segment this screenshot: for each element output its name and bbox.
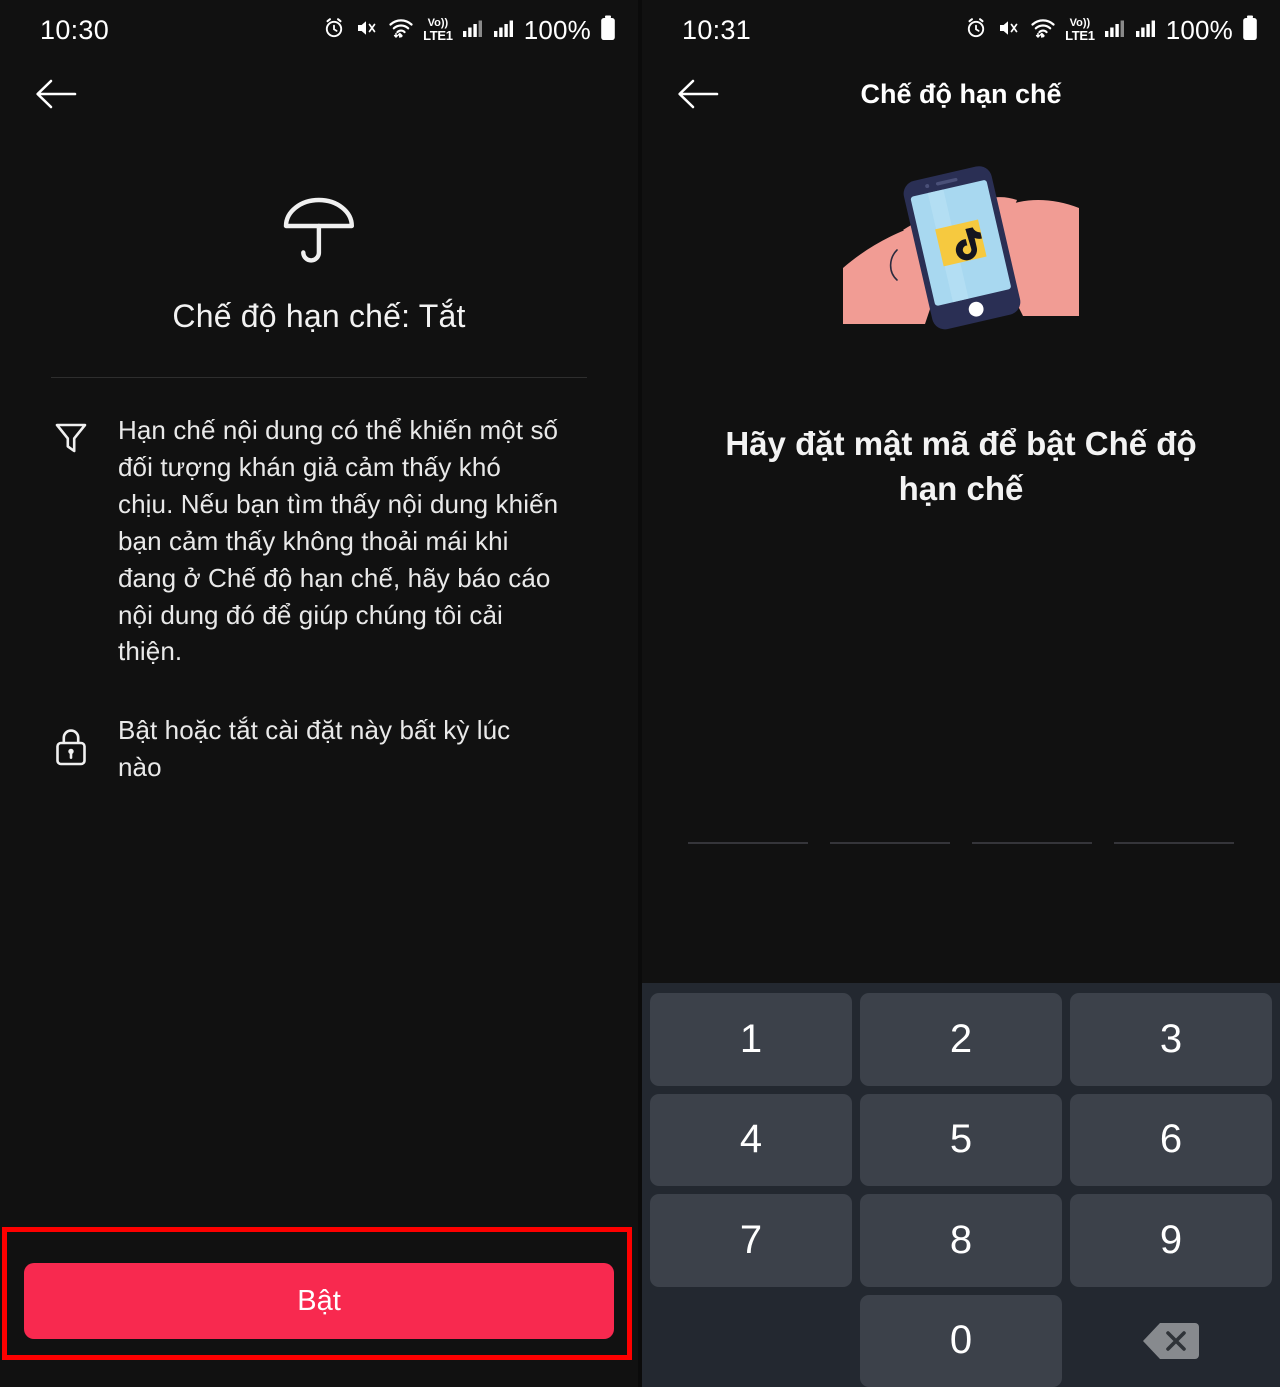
pin-slot [688, 800, 808, 844]
key-8[interactable]: 8 [860, 1194, 1062, 1287]
pin-slot [830, 800, 950, 844]
key-9[interactable]: 9 [1070, 1194, 1272, 1287]
back-arrow-icon[interactable] [28, 66, 84, 122]
key-0[interactable]: 0 [860, 1294, 1062, 1387]
set-passcode-heading: Hãy đặt mật mã để bật Chế độ hạn chế [725, 425, 1197, 507]
umbrella-icon [0, 194, 638, 266]
screen-restricted-mode-intro: 10:30 Vo)) LTE1 100% Chế độ hạn chế: Tắt… [0, 0, 638, 1387]
signal-sim1-icon [1104, 17, 1126, 44]
back-arrow-icon[interactable] [670, 66, 726, 122]
key-2[interactable]: 2 [860, 993, 1062, 1086]
battery-icon [600, 15, 616, 46]
info-text-content-filter: Hạn chế nội dung có thể khiến một số đối… [118, 415, 559, 667]
lock-icon [52, 727, 90, 772]
key-4[interactable]: 4 [650, 1093, 852, 1186]
restricted-mode-state-title: Chế độ hạn chế: Tắt [172, 298, 466, 334]
numeric-keypad: 1 2 3 4 5 6 7 8 9 0 [642, 983, 1280, 1387]
wifi-icon [388, 16, 414, 45]
screen-set-passcode: 10:31 Vo)) LTE1 100% Chế độ hạn chế Hãy … [642, 0, 1280, 1387]
navbar-left [0, 60, 638, 128]
mute-icon [997, 16, 1021, 45]
battery-percent-label: 100% [1165, 14, 1233, 45]
key-1[interactable]: 1 [650, 993, 852, 1086]
volte-icon: Vo)) LTE1 [423, 17, 453, 43]
alarm-icon [964, 16, 988, 45]
signal-sim1-icon [462, 17, 484, 44]
key-3[interactable]: 3 [1070, 993, 1272, 1086]
key-blank [650, 1295, 852, 1387]
turn-on-button[interactable]: Bật [24, 1263, 614, 1339]
cta-zone: Bật [0, 1219, 638, 1387]
mute-icon [355, 16, 379, 45]
status-time: 10:31 [682, 14, 752, 45]
page-title-right: Chế độ hạn chế [860, 78, 1062, 109]
signal-sim2-icon [493, 17, 515, 44]
hands-holding-phone-tiktok-illustration [642, 156, 1280, 336]
key-6[interactable]: 6 [1070, 1093, 1272, 1186]
backspace-icon[interactable] [1070, 1295, 1272, 1387]
battery-percent-label: 100% [523, 14, 591, 45]
pin-slot [1114, 800, 1234, 844]
section-divider [51, 377, 587, 378]
pin-input[interactable] [642, 800, 1280, 844]
pin-slot [972, 800, 1092, 844]
info-row-content-filter: Hạn chế nội dung có thể khiến một số đối… [0, 412, 638, 670]
key-5[interactable]: 5 [860, 1093, 1062, 1186]
info-text-toggle-anytime: Bật hoặc tắt cài đặt này bất kỳ lúc nào [118, 715, 511, 783]
battery-icon [1242, 15, 1258, 46]
key-7[interactable]: 7 [650, 1194, 852, 1287]
status-bar-left: 10:30 Vo)) LTE1 100% [0, 0, 638, 60]
info-row-toggle-anytime: Bật hoặc tắt cài đặt này bất kỳ lúc nào [0, 712, 638, 786]
status-bar-right: 10:31 Vo)) LTE1 100% [642, 0, 1280, 60]
filter-funnel-icon [52, 412, 90, 670]
volte-icon: Vo)) LTE1 [1065, 17, 1095, 43]
status-time: 10:30 [40, 14, 110, 45]
dual-screenshot-container: 10:30 Vo)) LTE1 100% Chế độ hạn chế: Tắt… [0, 0, 1280, 1387]
wifi-icon [1030, 16, 1056, 45]
alarm-icon [322, 16, 346, 45]
signal-sim2-icon [1135, 17, 1157, 44]
navbar-right: Chế độ hạn chế [642, 60, 1280, 128]
